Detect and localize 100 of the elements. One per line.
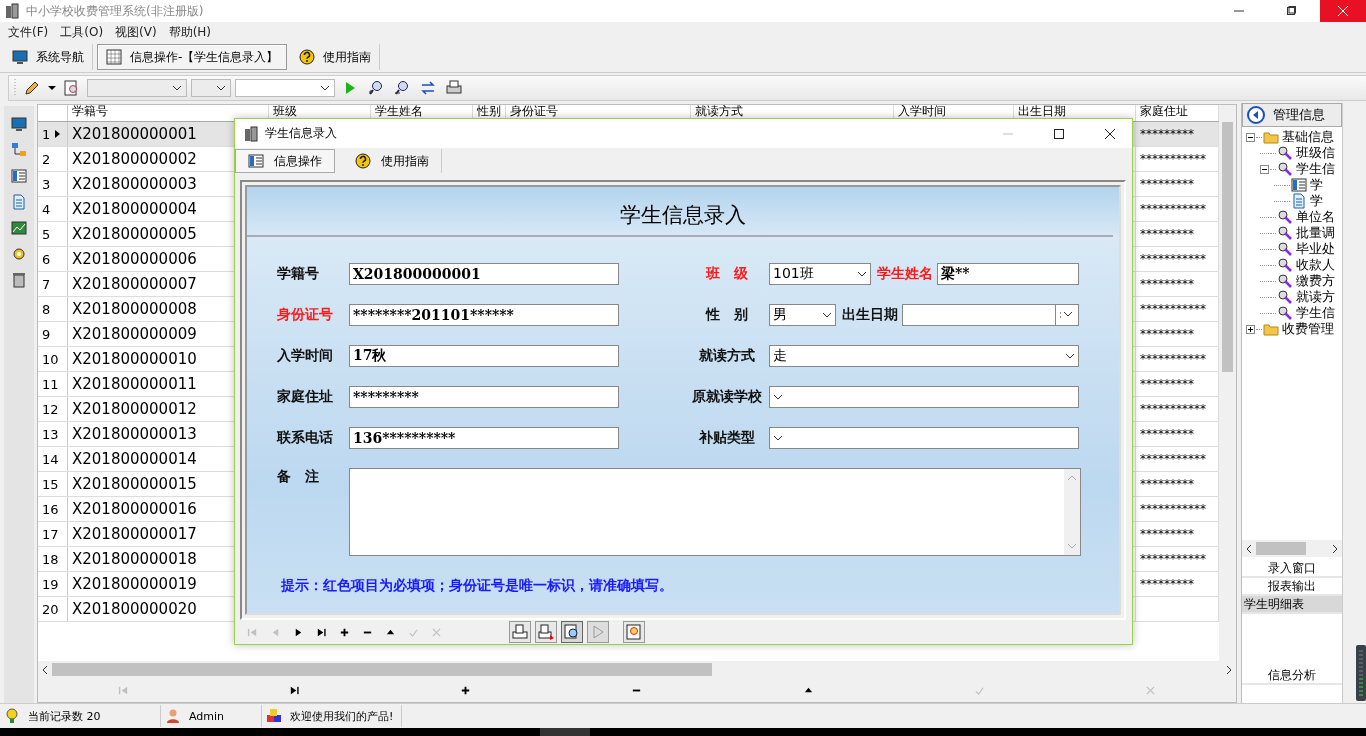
diagram-icon[interactable] [11,141,27,158]
caret-icon[interactable] [48,86,56,90]
select-field[interactable] [769,386,1079,408]
caret-icon[interactable] [1060,311,1074,319]
menu-item[interactable]: 视图(V) [109,23,163,41]
table-cell: *********** [1140,352,1206,366]
field-label: 身份证号 [277,306,334,324]
select-field[interactable] [769,427,1079,449]
row-number: 3 [42,176,51,192]
input-field[interactable]: 136********** [349,427,619,449]
zoom-in-icon[interactable] [368,80,384,96]
dialog-tab[interactable]: 信息操作 [235,149,335,173]
tree-item[interactable]: 学 [1308,192,1323,210]
table-cell: X201800000001 [72,125,197,143]
tree-item[interactable]: 毕业处 [1294,240,1335,258]
skip-forward-icon[interactable] [316,626,327,638]
pencil-icon[interactable] [24,80,40,96]
print-button[interactable] [509,621,531,643]
skip-forward-icon[interactable] [289,684,301,696]
scroll-left-icon[interactable] [42,664,48,675]
tree-toggle[interactable] [1246,324,1255,334]
panel-list-item[interactable]: 信息分析 [1242,667,1342,685]
tree-toggle[interactable] [1246,132,1255,142]
table-cell: X201800000013 [72,425,197,443]
tree-item[interactable]: 基础信息 [1280,128,1334,146]
tree-item[interactable]: 就读方 [1294,288,1335,306]
table-cell: ********* [1140,527,1194,541]
back-icon[interactable] [1247,106,1265,124]
plus-icon[interactable] [460,684,472,696]
wrench-icon [1277,209,1293,225]
table-cell: *********** [1140,402,1206,416]
print-export-button[interactable] [535,621,557,643]
select-field[interactable]: 男 [769,304,836,326]
plus-icon[interactable] [339,626,350,638]
table-cell: X201800000007 [72,275,197,293]
vertical-scrollbar[interactable] [1219,105,1236,661]
input-field[interactable]: 17秋 [349,345,619,367]
maximize-icon[interactable] [1053,128,1064,139]
panel-list-item[interactable]: 学生明细表 [1242,596,1342,614]
horizontal-scrollbar[interactable] [1242,540,1342,557]
tree-item[interactable]: 收费管理 [1280,320,1334,338]
nav-tab[interactable]: 系统导航 [4,44,93,70]
select-field[interactable]: 走 [769,345,1079,367]
scroll-right-icon[interactable] [1226,664,1232,675]
wrench-icon [1277,257,1293,273]
dialog-tab[interactable]: 使用指南 [335,149,442,173]
field-label: 性 别 [704,306,749,324]
nav-tab[interactable]: 信息操作-【学生信息录入】 [97,44,288,70]
row-number: 5 [42,226,51,242]
select-field[interactable]: 101班 [769,263,871,285]
form-icon [1291,177,1307,193]
document-icon[interactable] [11,193,27,210]
input-field[interactable]: 梁** [937,263,1079,285]
tree-toggle[interactable] [1260,164,1269,174]
restore-icon[interactable] [1286,6,1296,16]
row-number: 11 [42,376,59,392]
table-cell: X201800000010 [72,350,197,368]
horizontal-scrollbar[interactable] [38,661,1236,678]
tree-item[interactable]: 缴费方 [1294,272,1335,290]
zoom-out-icon[interactable] [394,80,410,96]
wrench-icon [1277,241,1293,257]
field-label: 学籍号 [277,265,320,283]
wrench-icon [1277,161,1293,177]
monitor-icon[interactable] [11,115,27,132]
caret-icon [822,312,832,318]
printer-icon[interactable] [446,80,462,96]
menu-item[interactable]: 帮助(H) [162,23,218,41]
swap-icon[interactable] [420,80,436,96]
input-field[interactable]: ********201101****** [349,304,619,326]
tree-item[interactable]: 学生信 [1294,304,1335,322]
row-number: 14 [42,451,59,467]
scroll-left-icon[interactable] [1246,543,1252,554]
input-field[interactable]: ********* [349,386,619,408]
input-field[interactable]: X201800000001 [349,263,619,285]
triangle-right-icon[interactable] [293,626,304,638]
field-label: 就读方式 [697,347,756,365]
toolbar-grip[interactable] [13,78,17,98]
panel-list-item[interactable]: 录入窗口 [1242,560,1342,578]
preview-button[interactable] [561,621,583,643]
close-icon[interactable] [1104,128,1115,139]
tree-item[interactable]: 收款人 [1294,256,1335,274]
tree-item[interactable]: 班级信 [1294,144,1335,162]
hint-text: 提示：红色项目为必填项；身份证号是唯一标识，请准确填写。 [280,577,674,595]
nav-tab[interactable]: 使用指南 [291,44,381,70]
tree-item[interactable]: 学 [1308,176,1323,194]
tree-item[interactable]: 单位名 [1294,208,1335,226]
menu-item[interactable]: 文件(F) [2,23,55,41]
zoom-button[interactable] [623,621,645,643]
bin-icon[interactable] [11,271,27,288]
tree-item[interactable]: 批量调 [1294,224,1335,242]
menu-item[interactable]: 工具(O) [54,23,110,41]
chart-icon[interactable] [11,219,27,236]
date-field[interactable] [902,304,1079,326]
preview-icon[interactable] [64,80,80,96]
caret-icon [857,271,867,277]
tree-item[interactable]: 学生信 [1294,160,1335,178]
status-text: Admin [189,709,225,723]
form-heading: 学生信息录入 [619,202,747,229]
form-icon[interactable] [11,167,27,184]
scroll-right-icon[interactable] [1332,543,1338,554]
